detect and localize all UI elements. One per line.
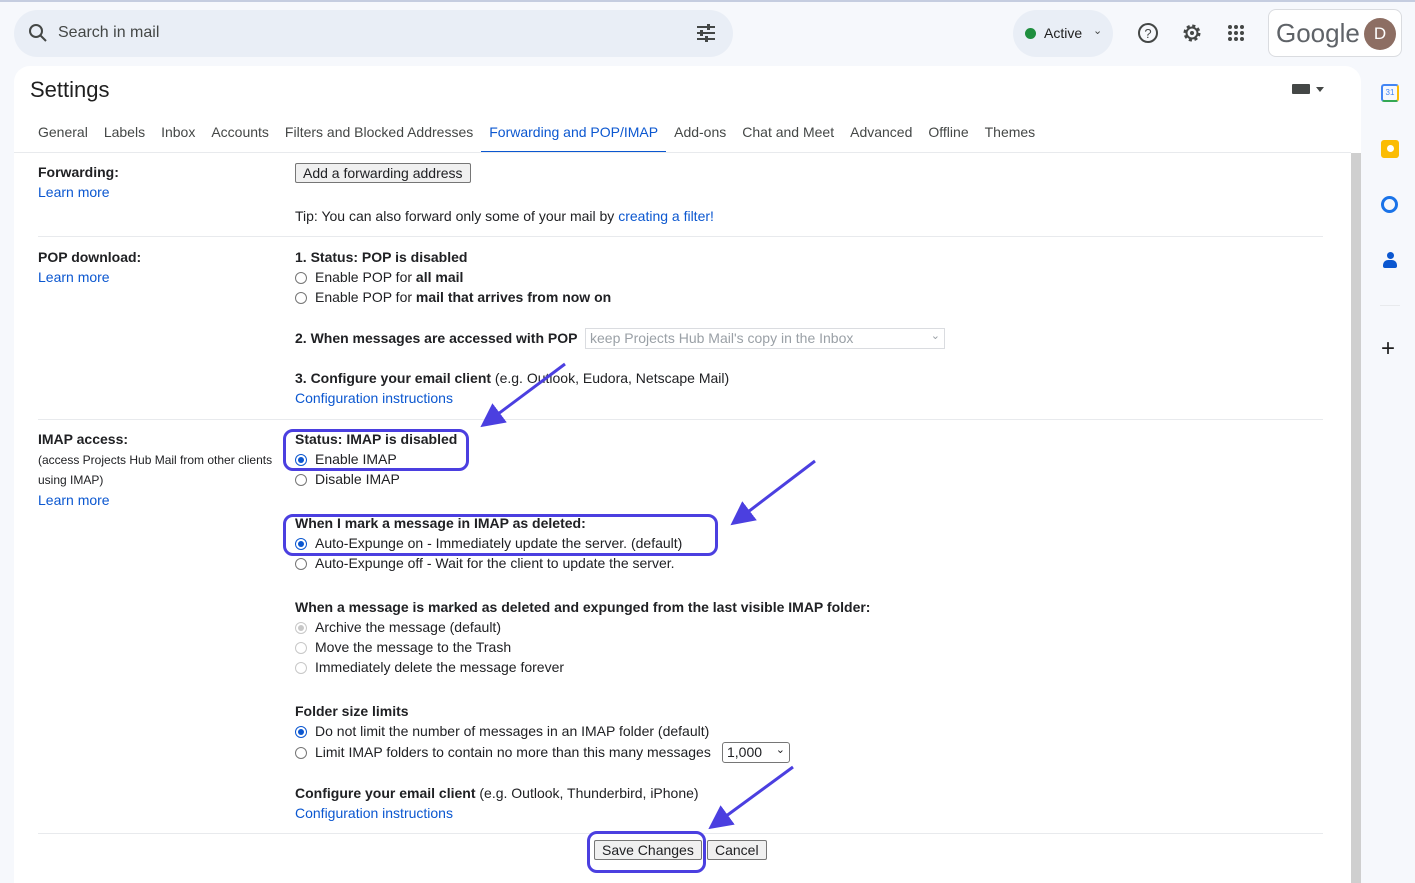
imap-config-instructions-link[interactable]: Configuration instructions: [295, 805, 453, 821]
annotation-highlight: [587, 831, 706, 873]
google-logo: Google: [1276, 18, 1360, 48]
tab-advanced[interactable]: Advanced: [842, 124, 920, 153]
chevron-down-icon: ⌄: [1093, 25, 1103, 37]
calendar-icon[interactable]: 31: [1381, 84, 1399, 102]
tab-offline[interactable]: Offline: [920, 124, 976, 153]
search-input[interactable]: Search in mail: [58, 24, 159, 42]
add-forwarding-address-button[interactable]: Add a forwarding address: [295, 163, 471, 183]
imap-label: IMAP access:: [38, 431, 129, 447]
radio-disabled[interactable]: [295, 662, 307, 674]
limit-option[interactable]: Limit IMAP folders to contain no more th…: [295, 744, 711, 760]
status-dot-icon: [1025, 28, 1036, 39]
svg-text:?: ?: [1144, 26, 1151, 41]
radio[interactable]: [295, 558, 307, 570]
keyboard-icon[interactable]: [1292, 84, 1310, 94]
tab-chat-and-meet[interactable]: Chat and Meet: [734, 124, 842, 153]
imap-learn-more-link[interactable]: Learn more: [38, 492, 110, 508]
imap-expunged-title: When a message is marked as deleted and …: [295, 599, 871, 615]
radio[interactable]: [295, 474, 307, 486]
cancel-button[interactable]: Cancel: [707, 840, 767, 860]
avatar: D: [1364, 18, 1396, 50]
pop-label: POP download:: [38, 249, 142, 265]
pop-all-mail-option[interactable]: Enable POP for all mail: [295, 269, 463, 285]
radio-disabled[interactable]: [295, 622, 307, 634]
tasks-icon[interactable]: [1381, 196, 1398, 213]
radio-selected[interactable]: [295, 726, 307, 738]
scrollbar[interactable]: [1351, 153, 1361, 883]
tab-labels[interactable]: Labels: [96, 124, 153, 153]
contacts-icon[interactable]: [1383, 252, 1397, 269]
imap-sublabel: (access Projects Hub Mail from other cli…: [38, 453, 273, 487]
forwarding-label: Forwarding:: [38, 164, 119, 180]
limit-select[interactable]: 1,000 ⌄: [722, 742, 790, 763]
add-addon-icon[interactable]: +: [1381, 335, 1395, 363]
search-bar[interactable]: Search in mail: [14, 10, 733, 57]
radio[interactable]: [295, 747, 307, 759]
apps-grid-icon[interactable]: [1227, 24, 1245, 42]
status-label: Active: [1044, 25, 1083, 41]
annotation-highlight: [283, 514, 718, 556]
status-button[interactable]: Active ⌄: [1013, 10, 1113, 57]
pop-accessed-select[interactable]: keep Projects Hub Mail's copy in the Inb…: [585, 328, 945, 349]
account-button[interactable]: Google D: [1268, 9, 1402, 57]
tab-forwarding-and-pop-imap[interactable]: Forwarding and POP/IMAP: [481, 124, 666, 153]
pop-from-now-option[interactable]: Enable POP for mail that arrives from no…: [295, 289, 611, 305]
page-title: Settings: [30, 77, 110, 102]
folder-size-title: Folder size limits: [295, 703, 409, 719]
help-icon[interactable]: ?: [1137, 22, 1159, 44]
top-border: [0, 0, 1415, 2]
pop-config-instructions-link[interactable]: Configuration instructions: [295, 390, 453, 406]
gear-icon[interactable]: [1181, 22, 1203, 44]
annotation-highlight: [283, 429, 469, 471]
delete-forever-option[interactable]: Immediately delete the message forever: [295, 659, 564, 675]
pop-status: 1. Status: POP is disabled: [295, 249, 468, 265]
radio-disabled[interactable]: [295, 642, 307, 654]
tab-add-ons[interactable]: Add-ons: [666, 124, 734, 153]
keep-icon[interactable]: [1381, 140, 1399, 158]
tab-inbox[interactable]: Inbox: [153, 124, 203, 153]
settings-tabs: General Labels Inbox Accounts Filters and Bl…: [30, 124, 1043, 153]
forwarding-tip: Tip: You can also forward only some of y…: [295, 208, 619, 224]
forwarding-learn-more-link[interactable]: Learn more: [38, 184, 110, 200]
no-limit-option[interactable]: Do not limit the number of messages in a…: [295, 723, 709, 739]
radio[interactable]: [295, 272, 307, 284]
archive-option[interactable]: Archive the message (default): [295, 619, 501, 635]
tab-general[interactable]: General: [30, 124, 96, 153]
pop-learn-more-link[interactable]: Learn more: [38, 269, 110, 285]
tab-themes[interactable]: Themes: [977, 124, 1044, 153]
expunge-off-option[interactable]: Auto-Expunge off - Wait for the client t…: [295, 555, 675, 571]
caret-down-icon[interactable]: [1316, 87, 1324, 92]
tab-filters-and-blocked-addresses[interactable]: Filters and Blocked Addresses: [277, 124, 481, 153]
trash-option[interactable]: Move the message to the Trash: [295, 639, 511, 655]
search-options-icon[interactable]: [696, 24, 716, 42]
tab-accounts[interactable]: Accounts: [203, 124, 277, 153]
search-icon: [29, 24, 47, 42]
disable-imap-option[interactable]: Disable IMAP: [295, 471, 400, 487]
create-filter-link[interactable]: creating a filter!: [618, 208, 714, 224]
radio[interactable]: [295, 292, 307, 304]
pop-accessed-label: 2. When messages are accessed with POP: [295, 330, 578, 346]
